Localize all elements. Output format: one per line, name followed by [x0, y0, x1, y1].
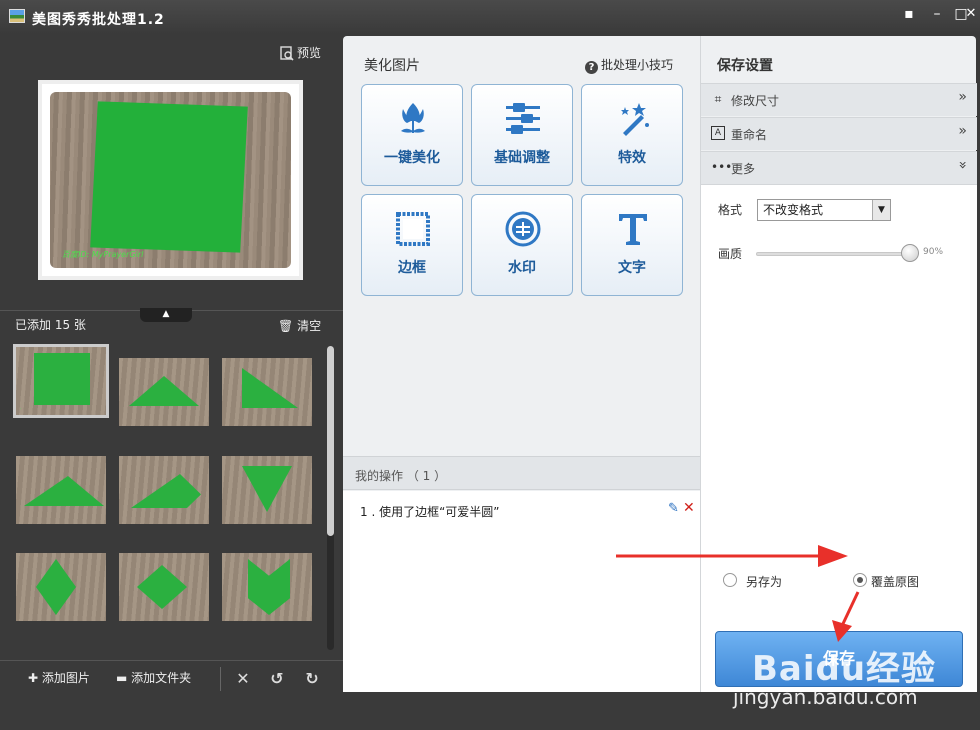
frame-icon [396, 212, 430, 246]
tile-effects[interactable]: 特效 [581, 84, 683, 186]
added-count: 已添加 15 张 [15, 318, 86, 332]
crop-icon: ⌗ [714, 92, 722, 106]
thumbnail[interactable] [222, 358, 312, 426]
thumbnail[interactable] [16, 553, 106, 621]
more-settings: 格式 不改变格式 ▼ 画质 90% 另存为 覆盖原图 保存 [701, 184, 977, 692]
save-as-label: 另存为 [746, 575, 783, 589]
thumbnail-scrollbar[interactable] [327, 346, 334, 650]
title-bar: 美图秀秀批处理1.2 ▪ – □ ✕ [0, 0, 980, 34]
tile-basic-adjust[interactable]: 基础调整 [471, 84, 573, 186]
tile-watermark[interactable]: 水印 [471, 194, 573, 296]
chevron-down-icon: » [954, 160, 971, 170]
thumbnail-grid: · [13, 344, 320, 662]
overwrite-label: 覆盖原图 [871, 575, 920, 589]
text-icon [619, 214, 647, 245]
add-folder-label: 添加文件夹 [131, 671, 192, 685]
magic-wand-icon [621, 103, 649, 136]
format-label: 格式 [718, 203, 743, 217]
overwrite-radio[interactable] [853, 573, 867, 587]
tile-frame[interactable]: 边框 [361, 194, 463, 296]
quality-value: 90% [923, 247, 944, 257]
sliders-icon [506, 103, 540, 134]
clear-button[interactable]: 🗑 清空 [278, 317, 321, 334]
save-settings-panel: 保存设置 ⌗ 修改尺寸 » A 重命名 » ••• 更多 » 格式 不改变格式 ▼ 画质 90… [700, 36, 977, 692]
list-item: 1 . 使用了边框“可爱半圆” [360, 505, 500, 519]
thumbnail[interactable] [119, 553, 209, 621]
thumbnail[interactable] [16, 456, 106, 524]
accordion-label: 修改尺寸 [731, 94, 780, 108]
clear-label: 清空 [297, 319, 322, 333]
plus-icon: ✚ [28, 671, 39, 685]
left-toolbar: ✚ 添加图片 ▬ 添加文件夹 ✕ ↺ ↻ [0, 660, 343, 696]
quality-label: 画质 [718, 247, 743, 261]
tile-label: 水印 [508, 260, 536, 276]
tips-link[interactable]: ? 批处理小技巧 [585, 56, 673, 74]
toolbar-separator [220, 667, 221, 691]
collapse-toggle[interactable]: ▲ [140, 308, 192, 322]
thumbnail[interactable]: · [13, 344, 109, 418]
thumbnail[interactable] [119, 456, 209, 524]
rename-icon: A [711, 126, 725, 140]
ops-title: 我的操作 （ 1 ） [355, 469, 447, 483]
tips-label: 批处理小技巧 [601, 58, 674, 72]
edit-icon[interactable]: ✎ [668, 501, 679, 516]
window-title: 美图秀秀批处理1.2 [32, 12, 165, 28]
add-image-button[interactable]: ✚ 添加图片 [28, 669, 90, 686]
accordion-rename[interactable]: A 重命名 » [701, 117, 977, 150]
beautify-title: 美化图片 [364, 58, 420, 74]
preview-button[interactable]: 预览 [280, 44, 321, 61]
preview-watermark: 百度ID: MyPrayerGirl [62, 250, 144, 259]
chevron-right-icon: » [958, 123, 967, 139]
preview-label: 预览 [297, 46, 322, 60]
thumbnail[interactable] [119, 358, 209, 426]
delete-icon[interactable]: ✕ [234, 670, 252, 688]
watermark-seal-icon [505, 211, 541, 247]
save-settings-title: 保存设置 [717, 58, 773, 74]
image-list-panel: 预览 百度ID: MyPrayerGirl ▲ 已添加 15 张 🗑 清空 · … [0, 34, 343, 696]
tile-text[interactable]: 文字 [581, 194, 683, 296]
more-dots-icon: ••• [711, 160, 733, 174]
thumbnail[interactable] [222, 456, 312, 524]
preview-image: 百度ID: MyPrayerGirl [38, 80, 303, 280]
tile-label: 一键美化 [384, 150, 440, 166]
accordion-label: 重命名 [731, 128, 768, 142]
format-select[interactable]: 不改变格式 ▼ [757, 199, 891, 221]
folder-icon: ▬ [116, 671, 128, 685]
close-icon[interactable]: ✕ [960, 4, 980, 24]
add-folder-button[interactable]: ▬ 添加文件夹 [116, 669, 191, 686]
my-operations-list: 1 . 使用了边框“可爱半圆” ✎ ✕ [343, 491, 700, 692]
format-value: 不改变格式 [763, 203, 824, 217]
rotate-right-icon[interactable]: ↻ [303, 670, 321, 688]
tile-label: 基础调整 [494, 150, 550, 166]
thumbnail[interactable] [222, 553, 312, 621]
chat-icon[interactable]: ▪ [898, 4, 920, 24]
accordion-label: 更多 [731, 162, 756, 176]
tile-label: 边框 [398, 260, 426, 276]
tile-one-click-beautify[interactable]: 一键美化 [361, 84, 463, 186]
rotate-left-icon[interactable]: ↺ [268, 670, 286, 688]
delete-icon[interactable]: ✕ [683, 500, 695, 516]
accordion-resize[interactable]: ⌗ 修改尺寸 » [701, 83, 977, 116]
add-image-label: 添加图片 [41, 671, 90, 685]
baidu-watermark: Baidu经验 [752, 649, 937, 689]
my-operations-header: 我的操作 （ 1 ） [343, 456, 700, 490]
preview-icon [280, 46, 294, 61]
green-paper-photo [90, 101, 248, 253]
minimize-icon[interactable]: – [926, 4, 948, 24]
beautify-panel: 美化图片 ? 批处理小技巧 一键美化 基础调整 特效 边框 水印 文字 我的操作 … [343, 36, 700, 692]
quality-slider-handle[interactable] [901, 244, 920, 262]
dropdown-arrow-icon: ▼ [872, 200, 890, 220]
accordion-more[interactable]: ••• 更多 » [701, 151, 977, 184]
tulip-icon [401, 103, 425, 133]
save-as-radio[interactable] [723, 573, 737, 587]
trash-icon: 🗑 [278, 319, 294, 333]
jingyan-url-watermark: jingyan.baidu.com [733, 685, 918, 709]
app-icon [9, 9, 25, 23]
tile-label: 文字 [618, 260, 646, 276]
quality-slider[interactable] [756, 252, 913, 256]
tile-label: 特效 [618, 150, 646, 166]
chevron-right-icon: » [958, 89, 967, 105]
help-icon: ? [585, 61, 598, 74]
